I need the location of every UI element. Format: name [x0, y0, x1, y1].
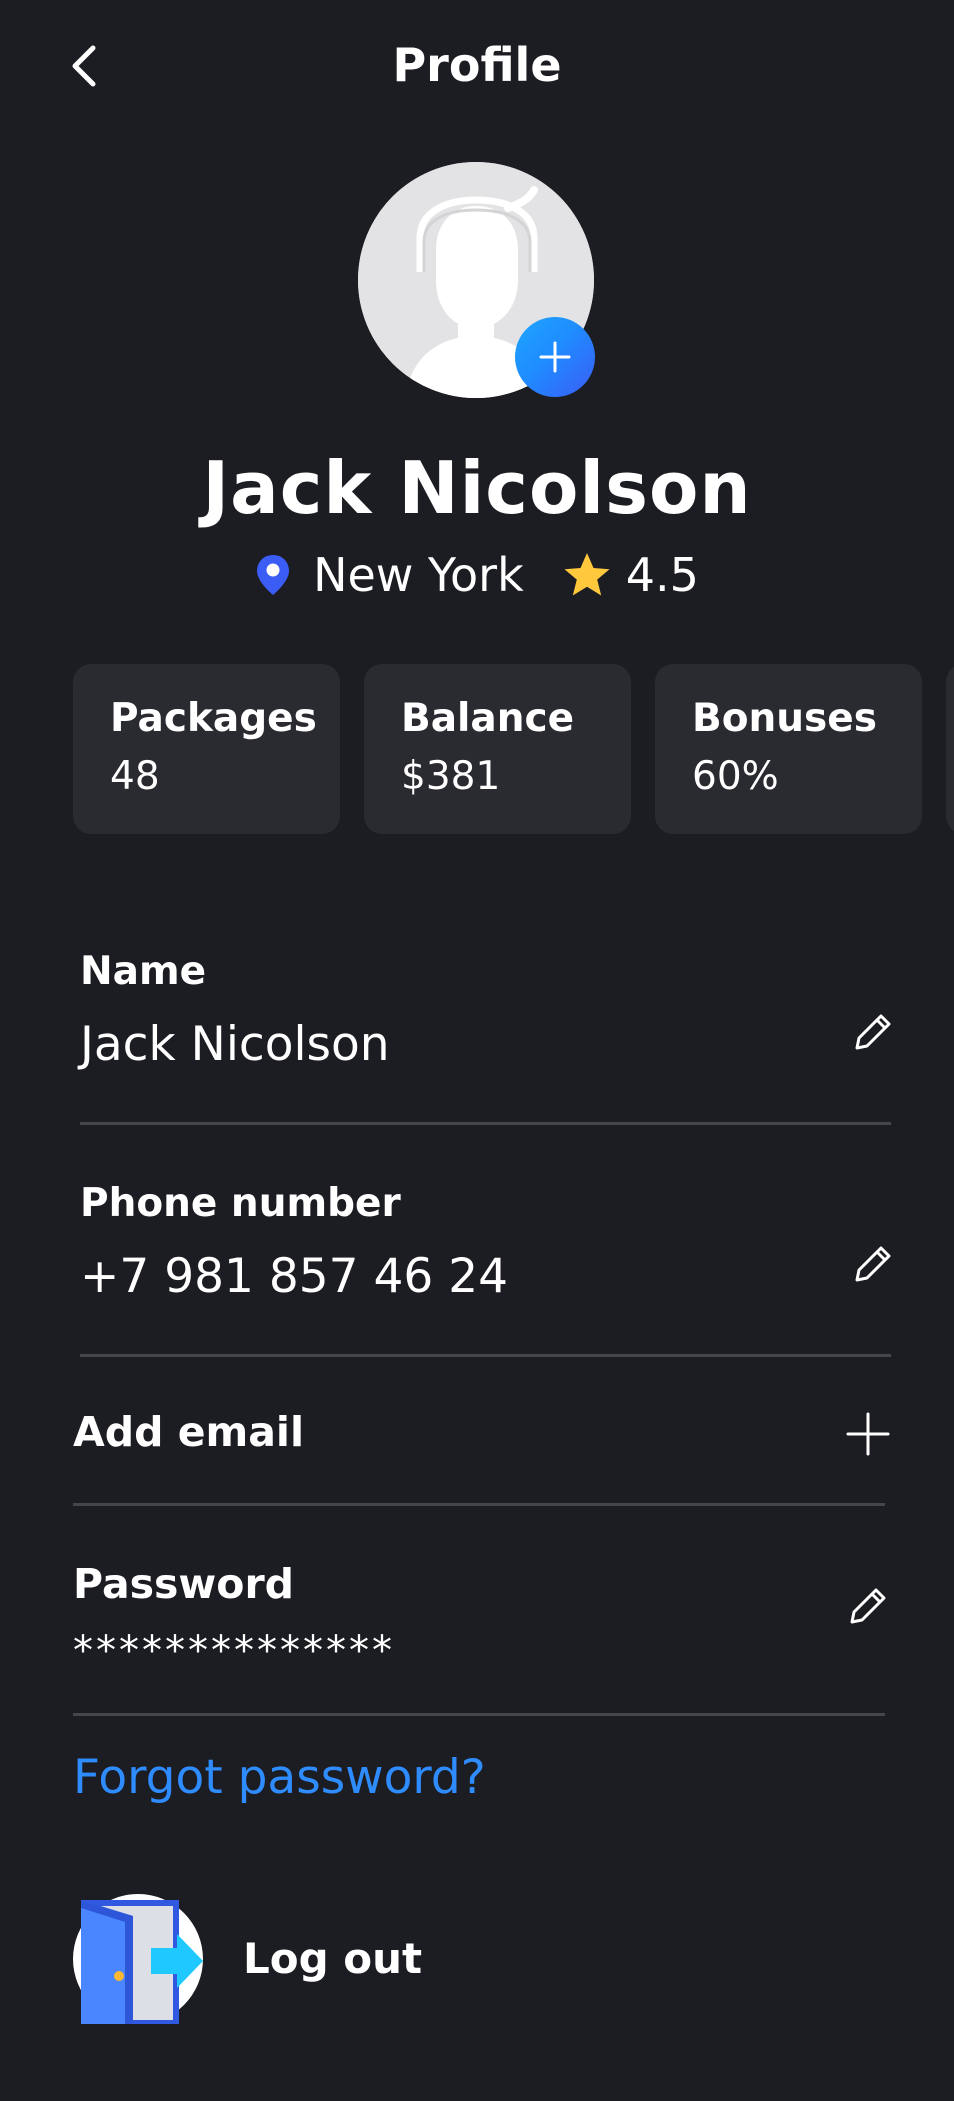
- divider: [80, 1122, 891, 1125]
- logout-label: Log out: [243, 1934, 423, 1983]
- phone-value: +7 981 857 46 24: [80, 1249, 509, 1304]
- phone-field[interactable]: Phone number +7 981 857 46 24: [80, 1177, 840, 1309]
- location-pin-icon: [257, 555, 290, 595]
- divider: [73, 1713, 885, 1716]
- password-value: **************: [73, 1628, 395, 1674]
- forgot-password-link[interactable]: Forgot password?: [73, 1745, 486, 1811]
- name-field[interactable]: Name Jack Nicolson: [80, 945, 840, 1077]
- stat-value: 48: [110, 754, 160, 799]
- field-label: Password: [73, 1560, 295, 1608]
- stats-row: Packages 48 Balance $381 Bonuses 60%: [73, 664, 954, 834]
- door-exit-icon: [73, 1894, 203, 2024]
- rating-value: 4.5: [625, 548, 699, 602]
- stat-value: 60%: [692, 754, 779, 799]
- add-email-button[interactable]: [840, 1406, 896, 1462]
- star-icon: [564, 553, 610, 596]
- edit-name-button[interactable]: [845, 1004, 901, 1060]
- field-label: Phone number: [80, 1181, 401, 1226]
- logout-button[interactable]: Log out: [73, 1894, 422, 2024]
- name-value: Jack Nicolson: [80, 1017, 390, 1072]
- field-label: Name: [80, 949, 207, 994]
- location-text: New York: [313, 548, 524, 602]
- add-photo-button[interactable]: [515, 317, 595, 397]
- rating: 4.5: [562, 540, 699, 610]
- password-field[interactable]: Password **************: [73, 1557, 833, 1683]
- page-title: Profile: [392, 38, 562, 92]
- stat-label: Balance: [401, 696, 575, 741]
- divider: [80, 1354, 891, 1357]
- add-email-label: Add email: [73, 1408, 305, 1456]
- stat-card-more[interactable]: [946, 664, 954, 834]
- divider: [73, 1503, 885, 1506]
- pencil-icon: [855, 1246, 891, 1282]
- stat-card-packages[interactable]: Packages 48: [73, 664, 340, 834]
- stat-value: $381: [401, 754, 501, 799]
- plus-icon: [846, 1412, 890, 1456]
- pencil-icon: [850, 1588, 886, 1624]
- plus-icon: [539, 341, 571, 373]
- add-email-field[interactable]: Add email: [73, 1405, 833, 1459]
- stat-card-balance[interactable]: Balance $381: [364, 664, 631, 834]
- stat-label: Bonuses: [692, 696, 877, 741]
- user-name: Jack Nicolson: [202, 446, 752, 530]
- edit-password-button[interactable]: [840, 1578, 896, 1634]
- stat-card-bonuses[interactable]: Bonuses 60%: [655, 664, 922, 834]
- user-meta: New York 4.5: [0, 540, 954, 610]
- stat-label: Packages: [110, 696, 317, 741]
- pencil-icon: [855, 1014, 891, 1050]
- location: New York: [255, 540, 524, 610]
- edit-phone-button[interactable]: [845, 1236, 901, 1292]
- profile-screen: Profile Jack Nicolson New York 4.5 Packa…: [0, 0, 954, 2101]
